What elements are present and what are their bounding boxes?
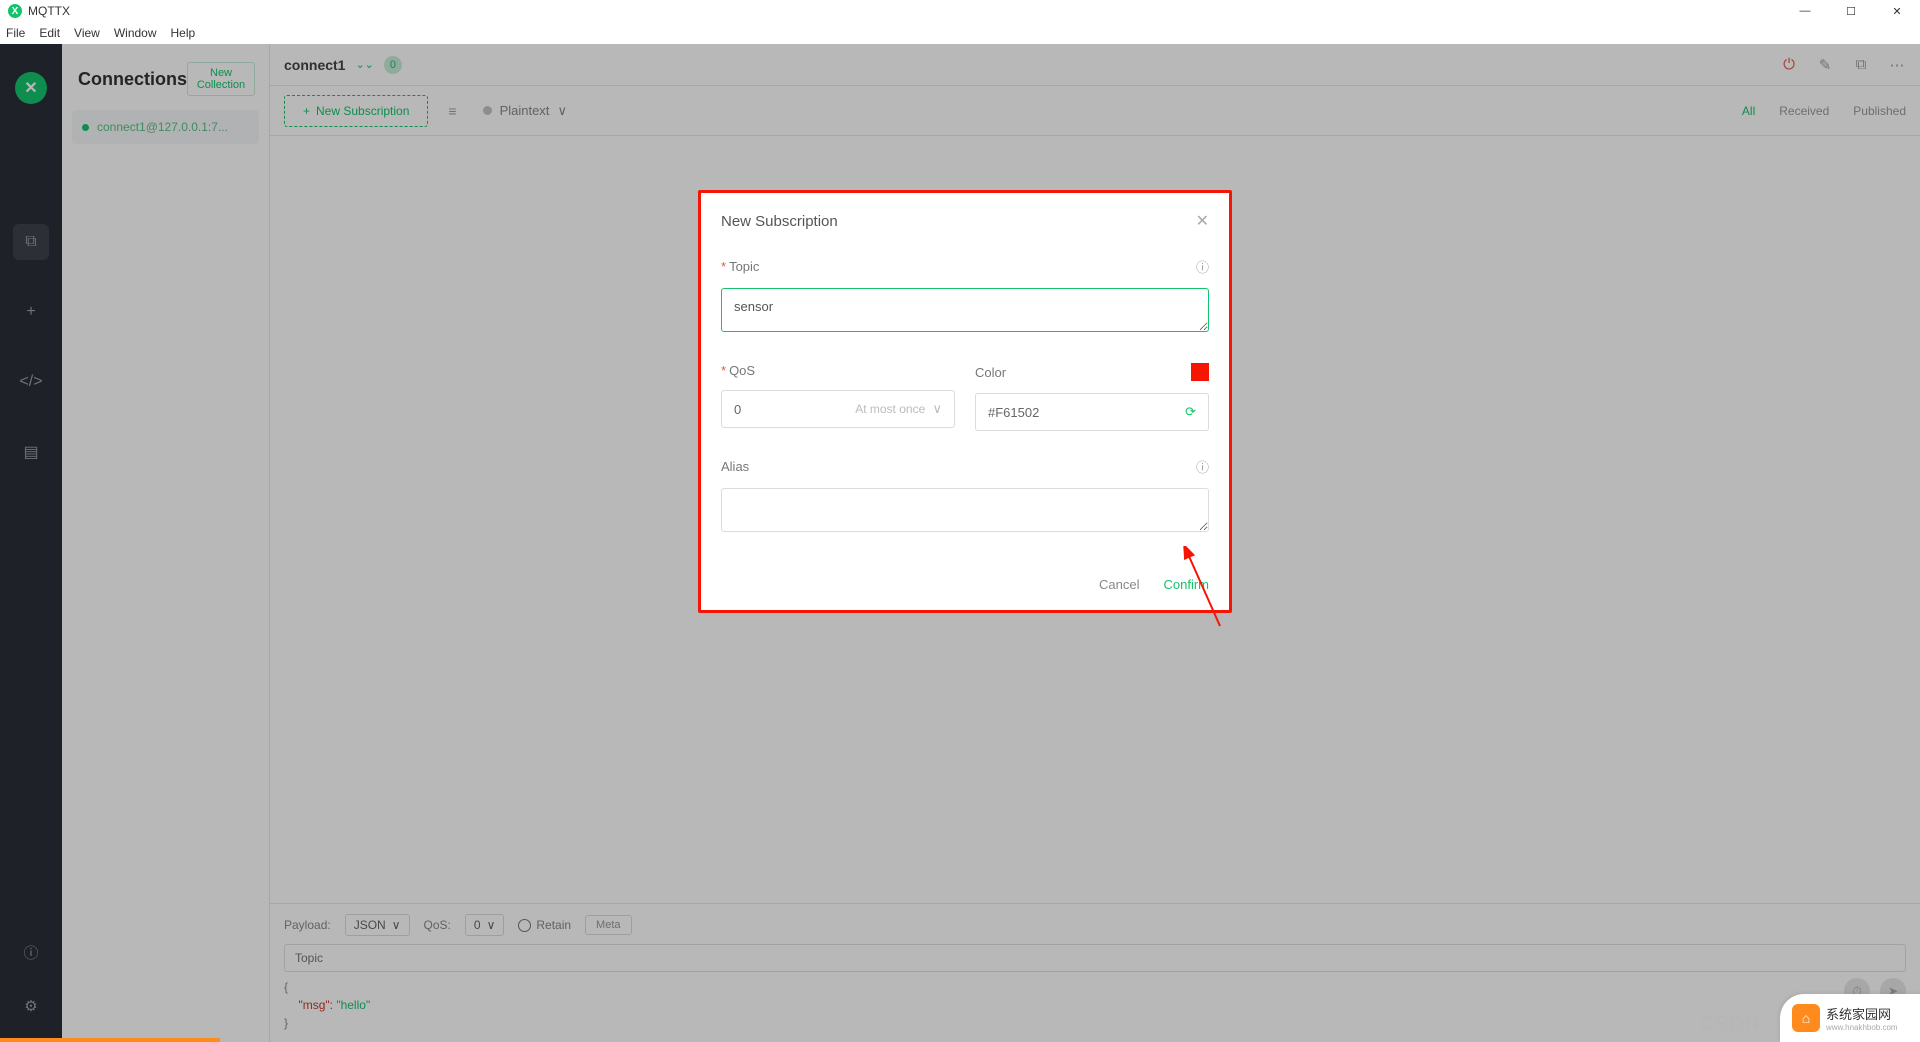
menu-window[interactable]: Window <box>114 26 157 40</box>
dialog-title: New Subscription <box>721 213 838 230</box>
qos-select-dialog[interactable]: 0 At most once ∨ <box>721 390 955 428</box>
alias-label: Alias <box>721 459 749 474</box>
topic-input[interactable]: sensor <box>721 288 1209 332</box>
window-title: MQTTX <box>28 4 70 18</box>
topic-label: Topic <box>729 259 759 274</box>
app-icon: X <box>8 4 22 18</box>
color-label: Color <box>975 365 1006 380</box>
topic-info-icon[interactable]: ⓘ <box>1196 257 1209 276</box>
watermark-icon: ⌂ <box>1792 1004 1820 1032</box>
menu-help[interactable]: Help <box>171 26 196 40</box>
new-subscription-dialog: New Subscription ✕ *Topic ⓘ sensor *QoS … <box>698 190 1232 613</box>
menubar: File Edit View Window Help <box>0 22 1920 44</box>
minimize-button[interactable]: — <box>1782 0 1828 22</box>
confirm-button[interactable]: Confirm <box>1163 577 1209 592</box>
window-titlebar: X MQTTX — ☐ ✕ <box>0 0 1920 22</box>
dialog-close-icon[interactable]: ✕ <box>1196 211 1209 231</box>
alias-input[interactable] <box>721 488 1209 532</box>
refresh-color-icon[interactable]: ⟳ <box>1185 404 1196 420</box>
bottom-accent-strip <box>0 1038 220 1042</box>
menu-view[interactable]: View <box>74 26 100 40</box>
qos-label: QoS <box>729 363 755 378</box>
watermark-badge: ⌂ 系统家园网 www.hnakhbob.com <box>1780 994 1920 1042</box>
close-window-button[interactable]: ✕ <box>1874 0 1920 22</box>
cancel-button[interactable]: Cancel <box>1099 577 1139 592</box>
window-controls: — ☐ ✕ <box>1782 0 1920 22</box>
color-input[interactable]: #F61502 ⟳ <box>975 393 1209 431</box>
menu-file[interactable]: File <box>6 26 25 40</box>
alias-info-icon[interactable]: ⓘ <box>1196 457 1209 476</box>
chevron-down-icon: ∨ <box>932 401 942 416</box>
watermark-csdn: CSDN <box>1699 1013 1760 1036</box>
qos-value: 0 <box>734 402 741 417</box>
color-swatch[interactable] <box>1191 363 1209 381</box>
menu-edit[interactable]: Edit <box>39 26 60 40</box>
color-value: #F61502 <box>988 405 1039 420</box>
maximize-button[interactable]: ☐ <box>1828 0 1874 22</box>
